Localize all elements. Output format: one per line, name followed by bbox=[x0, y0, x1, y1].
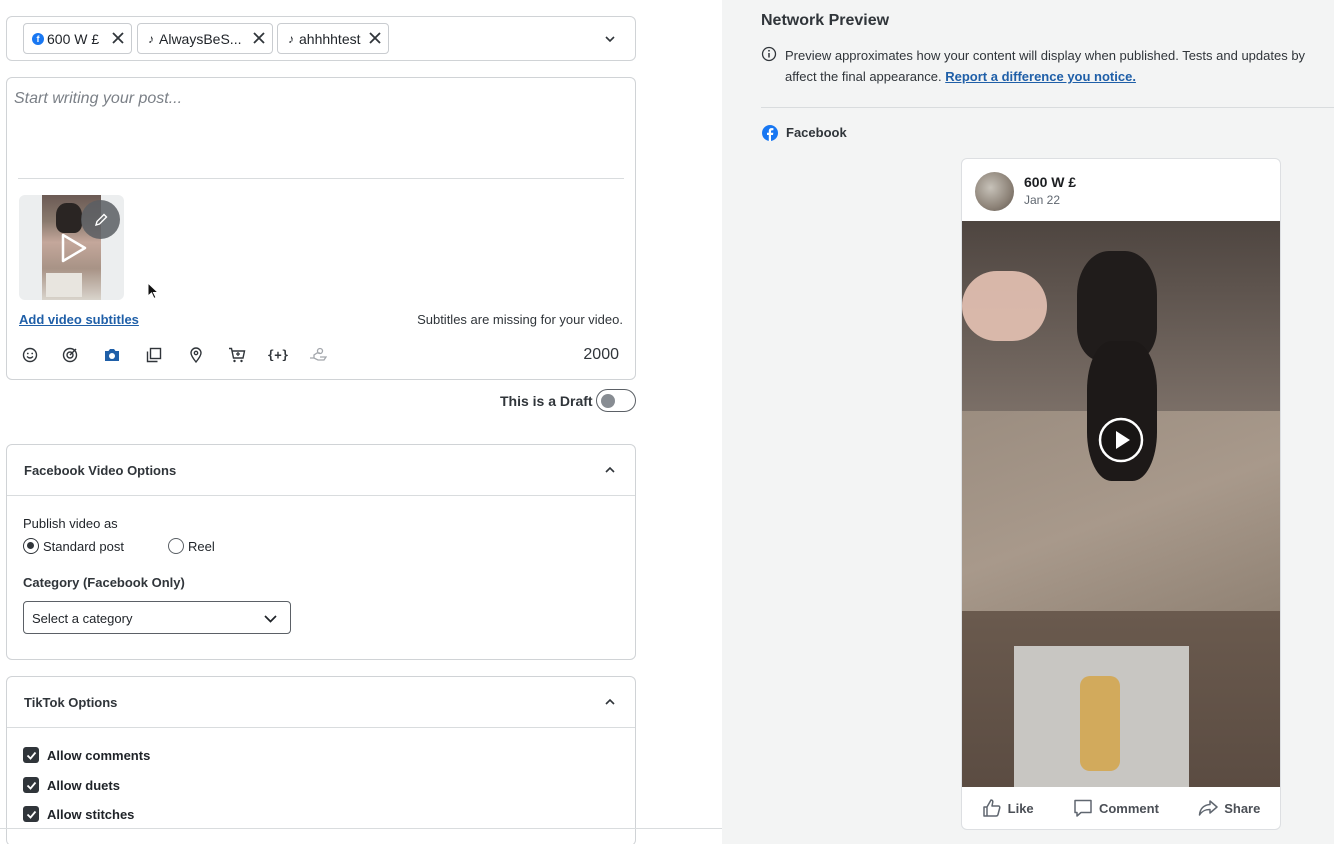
profile-chip-tiktok-2[interactable]: ♪ ahhhhtest bbox=[277, 23, 389, 54]
radio-label: Standard post bbox=[43, 538, 124, 554]
action-label: Comment bbox=[1098, 800, 1159, 816]
facebook-post-preview: 600 W £ Jan 22 Like Comment Share bbox=[961, 158, 1281, 830]
preview-disclaimer: Preview approximates how your content wi… bbox=[785, 45, 1334, 87]
add-subtitles-link[interactable]: Add video subtitles bbox=[19, 312, 139, 327]
category-select[interactable]: Select a category bbox=[23, 601, 291, 634]
profile-chip-label: ahhhhtest bbox=[299, 30, 361, 47]
mouse-cursor-icon bbox=[147, 282, 159, 300]
checkbox-label: Allow comments bbox=[47, 747, 151, 763]
thumbs-up-icon bbox=[982, 799, 1001, 817]
character-count: 2000 bbox=[583, 346, 619, 363]
profile-chip-facebook[interactable]: f 600 W £ bbox=[23, 23, 132, 54]
close-icon[interactable] bbox=[111, 31, 125, 45]
edit-media-button[interactable] bbox=[81, 200, 120, 239]
tiktok-options-panel: TikTok Options Allow comments Allow duet… bbox=[6, 676, 636, 844]
avatar bbox=[975, 172, 1014, 211]
share-icon bbox=[1198, 800, 1218, 816]
panel-header[interactable]: TikTok Options bbox=[7, 677, 635, 728]
allow-comments-checkbox[interactable]: Allow comments bbox=[23, 747, 150, 763]
profile-chip-label: 600 W £ bbox=[47, 30, 100, 47]
composer-pane: f 600 W £ ♪ AlwaysBeS... ♪ ahhhhtest Sta… bbox=[0, 0, 722, 844]
radio-standard-post[interactable]: Standard post bbox=[23, 538, 124, 554]
target-icon[interactable] bbox=[59, 344, 81, 366]
close-icon[interactable] bbox=[368, 31, 382, 45]
camera-icon[interactable] bbox=[101, 344, 123, 366]
close-icon[interactable] bbox=[252, 31, 266, 45]
divider bbox=[18, 178, 624, 179]
post-video[interactable] bbox=[962, 221, 1280, 787]
panel-title: TikTok Options bbox=[24, 695, 118, 710]
chevron-down-icon[interactable] bbox=[603, 32, 617, 46]
panel-title: Facebook Video Options bbox=[24, 463, 177, 478]
profile-chip-tiktok-1[interactable]: ♪ AlwaysBeS... bbox=[137, 23, 273, 54]
cart-icon[interactable] bbox=[226, 344, 248, 366]
video-thumbnail[interactable] bbox=[19, 195, 124, 300]
draft-label: This is a Draft bbox=[500, 393, 593, 409]
tiktok-icon: ♪ bbox=[148, 31, 154, 46]
info-icon bbox=[761, 46, 777, 62]
report-difference-link[interactable]: Report a difference you notice. bbox=[945, 69, 1136, 84]
checkbox-label: Allow stitches bbox=[47, 806, 135, 822]
hand-icon[interactable] bbox=[307, 344, 329, 366]
category-label: Category (Facebook Only) bbox=[23, 575, 185, 590]
action-label: Like bbox=[1007, 800, 1034, 816]
post-author-name: 600 W £ bbox=[1024, 174, 1077, 190]
checkbox-label: Allow duets bbox=[47, 777, 120, 793]
post-date: Jan 22 bbox=[1024, 193, 1061, 207]
comment-icon bbox=[1074, 799, 1092, 817]
toggle-knob bbox=[601, 393, 615, 408]
subtitles-warning: Subtitles are missing for your video. bbox=[417, 312, 623, 327]
action-label: Share bbox=[1224, 800, 1261, 816]
post-text-input[interactable]: Start writing your post... bbox=[14, 90, 182, 108]
radio-label: Reel bbox=[188, 538, 215, 554]
tiktok-icon: ♪ bbox=[288, 31, 294, 46]
checkbox-checked[interactable] bbox=[23, 747, 39, 763]
profile-selector[interactable]: f 600 W £ ♪ AlwaysBeS... ♪ ahhhhtest bbox=[6, 16, 636, 61]
checkbox-checked[interactable] bbox=[23, 777, 39, 793]
radio-button[interactable] bbox=[23, 538, 39, 554]
post-composer: Start writing your post... Add video sub… bbox=[6, 77, 636, 380]
variable-icon[interactable]: {+} bbox=[267, 344, 289, 366]
divider bbox=[761, 107, 1334, 108]
disclaimer-line-2: affect the final appearance. bbox=[785, 69, 942, 84]
chevron-up-icon[interactable] bbox=[603, 695, 617, 709]
location-icon[interactable] bbox=[185, 344, 207, 366]
network-preview-pane: Network Preview Preview approximates how… bbox=[722, 0, 1334, 844]
share-button[interactable]: Share bbox=[1198, 798, 1260, 818]
gallery-icon[interactable] bbox=[143, 344, 165, 366]
preview-title: Network Preview bbox=[761, 12, 890, 29]
publish-as-label: Publish video as bbox=[23, 516, 118, 531]
radio-button[interactable] bbox=[168, 538, 184, 554]
panel-header[interactable]: Facebook Video Options bbox=[7, 445, 635, 496]
post-actions: Like Comment Share bbox=[962, 787, 1280, 829]
emoji-icon[interactable] bbox=[19, 344, 41, 366]
category-select-value: Select a category bbox=[32, 611, 133, 626]
facebook-icon bbox=[762, 125, 778, 141]
disclaimer-line-1: Preview approximates how your content wi… bbox=[785, 48, 1306, 63]
facebook-video-options-panel: Facebook Video Options Publish video as … bbox=[6, 444, 636, 660]
draft-toggle[interactable] bbox=[596, 389, 636, 412]
network-label: Facebook bbox=[786, 125, 847, 140]
radio-reel[interactable]: Reel bbox=[168, 538, 215, 554]
play-icon[interactable] bbox=[1098, 417, 1144, 463]
play-icon[interactable] bbox=[55, 231, 89, 265]
comment-button[interactable]: Comment bbox=[1073, 798, 1159, 818]
allow-duets-checkbox[interactable]: Allow duets bbox=[23, 777, 120, 793]
allow-stitches-checkbox[interactable]: Allow stitches bbox=[23, 806, 134, 822]
like-button[interactable]: Like bbox=[982, 798, 1034, 818]
facebook-icon: f bbox=[32, 32, 44, 45]
chevron-up-icon[interactable] bbox=[603, 463, 617, 477]
chevron-down-icon bbox=[264, 615, 277, 623]
checkbox-checked[interactable] bbox=[23, 806, 39, 822]
profile-chip-label: AlwaysBeS... bbox=[159, 30, 242, 47]
divider bbox=[0, 828, 722, 829]
pencil-icon bbox=[94, 213, 107, 226]
